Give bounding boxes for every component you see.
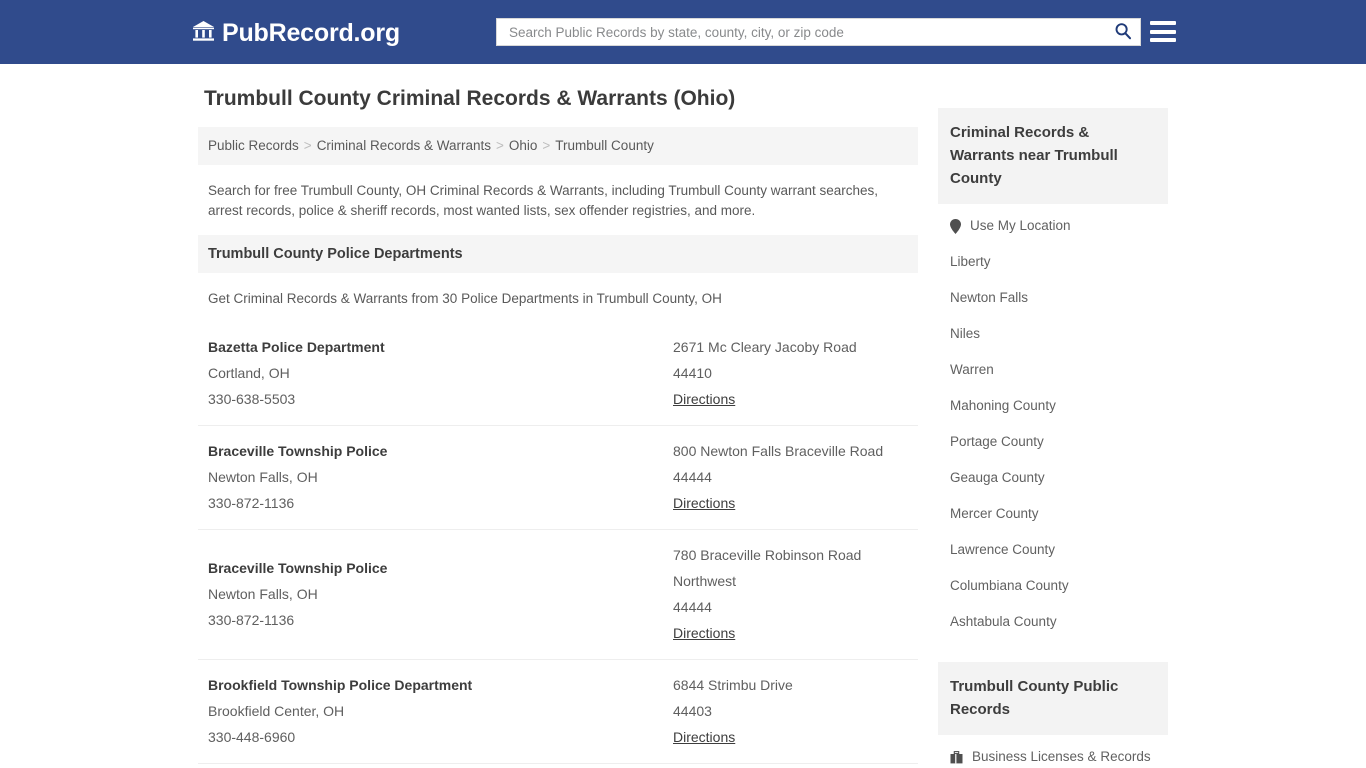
- sidebar-item-mercer-county[interactable]: Mercer County: [938, 496, 1168, 532]
- sidebar-item-geauga-county[interactable]: Geauga County: [938, 460, 1168, 496]
- listing-address-block: 800 Newton Falls Braceville Road 44444 D…: [673, 438, 908, 516]
- sidebar-item-label: Business Licenses & Records: [972, 749, 1151, 764]
- listing-info: Brookfield Township Police Department Br…: [208, 672, 673, 750]
- breadcrumb-item-public-records[interactable]: Public Records: [208, 138, 299, 153]
- listing-info: Braceville Township Police Newton Falls,…: [208, 555, 673, 633]
- listing-city-state: Newton Falls, OH: [208, 469, 318, 485]
- site-header: PubRecord.org: [0, 0, 1366, 64]
- sidebar-near-list: Use My Location Liberty Newton Falls Nil…: [938, 204, 1168, 640]
- page-intro-text: Search for free Trumbull County, OH Crim…: [208, 183, 878, 218]
- search-input[interactable]: [507, 21, 1112, 43]
- listing-address: 2671 Mc Cleary Jacoby Road: [673, 339, 857, 355]
- directions-link[interactable]: Directions: [673, 490, 735, 516]
- sidebar-item-use-my-location[interactable]: Use My Location: [938, 208, 1168, 244]
- listing-city-state: Newton Falls, OH: [208, 586, 318, 602]
- sidebar-item-label: Use My Location: [970, 218, 1071, 233]
- briefcase-icon: [950, 750, 963, 764]
- page-body: Trumbull County Criminal Records & Warra…: [0, 64, 1366, 768]
- sidebar-item-newton-falls[interactable]: Newton Falls: [938, 280, 1168, 316]
- sidebar-item-mahoning-county[interactable]: Mahoning County: [938, 388, 1168, 424]
- sidebar-item-label: Mahoning County: [950, 398, 1056, 413]
- map-pin-icon: [950, 218, 961, 234]
- listing-row: Braceville Township Police Newton Falls,…: [198, 530, 918, 660]
- listing-row: Champion Township Police Department Warr…: [198, 764, 918, 768]
- sidebar-near-heading: Criminal Records & Warrants near Trumbul…: [938, 108, 1168, 204]
- hamburger-menu-icon[interactable]: [1150, 18, 1176, 45]
- breadcrumb-item-trumbull-county[interactable]: Trumbull County: [555, 138, 654, 153]
- sidebar-item-business-licenses[interactable]: Business Licenses & Records: [938, 739, 1168, 768]
- sidebar-item-lawrence-county[interactable]: Lawrence County: [938, 532, 1168, 568]
- listing-address-block: 780 Braceville Robinson Road Northwest 4…: [673, 542, 908, 646]
- listing-info: Braceville Township Police Newton Falls,…: [208, 438, 673, 516]
- directions-link[interactable]: Directions: [673, 620, 735, 646]
- sidebar-item-portage-county[interactable]: Portage County: [938, 424, 1168, 460]
- sidebar-item-label: Warren: [950, 362, 994, 377]
- listing-zip: 44444: [673, 599, 712, 615]
- listing-name[interactable]: Brookfield Township Police Department: [208, 672, 673, 698]
- sidebar-item-label: Geauga County: [950, 470, 1045, 485]
- sidebar-item-label: Newton Falls: [950, 290, 1029, 305]
- content-container: Trumbull County Criminal Records & Warra…: [198, 64, 1168, 768]
- sidebar-item-ashtabula-county[interactable]: Ashtabula County: [938, 604, 1168, 640]
- breadcrumb-separator: >: [495, 138, 504, 153]
- listing-zip: 44444: [673, 469, 712, 485]
- listing-row: Braceville Township Police Newton Falls,…: [198, 426, 918, 530]
- sidebar-public-records-block: Trumbull County Public Records Business …: [938, 662, 1168, 768]
- bank-building-icon: [192, 20, 215, 47]
- breadcrumb-item-criminal-records[interactable]: Criminal Records & Warrants: [317, 138, 491, 153]
- sidebar-item-label: Columbiana County: [950, 578, 1069, 593]
- sidebar-item-niles[interactable]: Niles: [938, 316, 1168, 352]
- section-heading: Trumbull County Police Departments: [198, 235, 918, 273]
- sidebar-item-label: Mercer County: [950, 506, 1039, 521]
- listing-address-block: 6844 Strimbu Drive 44403 Directions: [673, 672, 908, 750]
- listing-phone: 330-872-1136: [208, 612, 295, 628]
- sidebar-item-label: Portage County: [950, 434, 1044, 449]
- sidebar-item-label: Liberty: [950, 254, 991, 269]
- site-logo-text: PubRecord.org: [222, 19, 400, 47]
- search-button[interactable]: [1112, 22, 1134, 43]
- breadcrumb: Public Records > Criminal Records & Warran…: [198, 127, 918, 165]
- listing-row: Bazetta Police Department Cortland, OH 3…: [198, 322, 918, 426]
- listing-phone: 330-872-1136: [208, 495, 295, 511]
- listings-list: Bazetta Police Department Cortland, OH 3…: [198, 322, 918, 768]
- listing-phone: 330-448-6960: [208, 729, 296, 745]
- listing-info: Bazetta Police Department Cortland, OH 3…: [208, 334, 673, 412]
- listing-address-block: 2671 Mc Cleary Jacoby Road 44410 Directi…: [673, 334, 908, 412]
- listing-zip: 44403: [673, 703, 712, 719]
- listing-address: 6844 Strimbu Drive: [673, 677, 793, 693]
- breadcrumb-item-ohio[interactable]: Ohio: [509, 138, 538, 153]
- search-icon: [1114, 22, 1132, 43]
- directions-link[interactable]: Directions: [673, 724, 735, 750]
- directions-link[interactable]: Directions: [673, 386, 735, 412]
- site-logo[interactable]: PubRecord.org: [192, 18, 400, 48]
- main-column: Trumbull County Criminal Records & Warra…: [198, 86, 918, 768]
- listing-phone: 330-638-5503: [208, 391, 296, 407]
- sidebar-public-records-list: Business Licenses & Records: [938, 735, 1168, 768]
- listing-name[interactable]: Bazetta Police Department: [208, 334, 673, 360]
- sidebar-item-columbiana-county[interactable]: Columbiana County: [938, 568, 1168, 604]
- sidebar: Criminal Records & Warrants near Trumbul…: [938, 86, 1168, 768]
- listing-zip: 44410: [673, 365, 712, 381]
- breadcrumb-separator: >: [303, 138, 312, 153]
- page-title: Trumbull County Criminal Records & Warra…: [204, 87, 736, 110]
- sidebar-item-label: Ashtabula County: [950, 614, 1057, 629]
- search-bar[interactable]: [496, 18, 1141, 46]
- sidebar-item-label: Lawrence County: [950, 542, 1056, 557]
- listing-address: 780 Braceville Robinson Road Northwest: [673, 547, 862, 589]
- listing-row: Brookfield Township Police Department Br…: [198, 660, 918, 764]
- sidebar-item-label: Niles: [950, 326, 981, 341]
- listing-name[interactable]: Braceville Township Police: [208, 438, 673, 464]
- breadcrumb-separator: >: [542, 138, 551, 153]
- listing-address: 800 Newton Falls Braceville Road: [673, 443, 884, 459]
- sidebar-public-records-heading: Trumbull County Public Records: [938, 662, 1168, 735]
- listing-city-state: Brookfield Center, OH: [208, 703, 345, 719]
- listing-name[interactable]: Braceville Township Police: [208, 555, 673, 581]
- sidebar-item-liberty[interactable]: Liberty: [938, 244, 1168, 280]
- section-subheading: Get Criminal Records & Warrants from 30 …: [208, 291, 722, 306]
- listing-city-state: Cortland, OH: [208, 365, 290, 381]
- sidebar-item-warren[interactable]: Warren: [938, 352, 1168, 388]
